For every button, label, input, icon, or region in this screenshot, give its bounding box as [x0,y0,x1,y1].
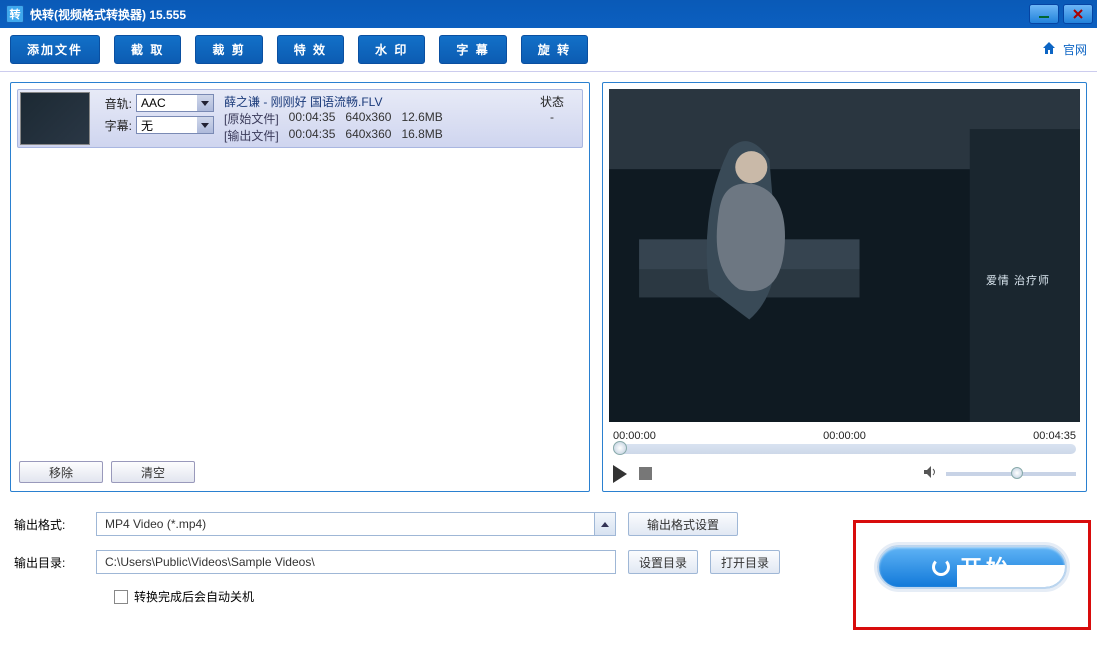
format-label: 输出格式: [14,516,84,533]
dir-label: 输出目录: [14,554,84,571]
volume-icon[interactable] [922,464,938,483]
start-highlight-box: 开始 [853,520,1091,630]
output-dir-field[interactable]: C:\Users\Public\Videos\Sample Videos\ [96,550,616,574]
open-dir-button[interactable]: 打开目录 [710,550,780,574]
time-indicators: 00:00:00 00:00:00 00:04:35 [603,428,1086,442]
title-bar: 转 快转(视频格式转换器) 15.555 [0,0,1097,28]
video-overlay-text: 爱情 治疗师 [986,272,1050,288]
capture-button[interactable]: 截 取 [114,35,181,64]
seek-slider[interactable] [613,444,1076,454]
official-site-link[interactable]: 官网 [1041,40,1087,59]
audio-track-select[interactable]: AAC [136,94,214,112]
set-dir-button[interactable]: 设置目录 [628,550,698,574]
subtitle-track-label: 字幕: [96,117,132,134]
minimize-button[interactable] [1029,4,1059,24]
shutdown-label: 转换完成后会自动关机 [134,588,254,605]
time-current: 00:00:00 [823,430,866,442]
format-settings-button[interactable]: 输出格式设置 [628,512,738,536]
chevron-down-icon [197,117,213,133]
preview-panel: 爱情 治疗师 00:00:00 00:00:00 00:04:35 [602,82,1087,492]
subtitle-track-select[interactable]: 无 [136,116,214,134]
file-name: 薛之谦 - 刚刚好 国语流畅.FLV [224,93,516,110]
shutdown-checkbox[interactable] [114,590,128,604]
chevron-down-icon [197,95,213,111]
file-list-panel: 音轨: AAC 字幕: 无 薛之谦 - 刚刚好 国语流畅.FLV [原始文件]0… [10,82,590,492]
seek-knob[interactable] [613,441,627,455]
app-icon: 转 [6,5,24,23]
crop-button[interactable]: 裁 剪 [195,35,262,64]
effects-button[interactable]: 特 效 [277,35,344,64]
refresh-icon [932,558,950,576]
output-format-field[interactable]: MP4 Video (*.mp4) [96,512,594,536]
close-button[interactable] [1063,4,1093,24]
official-site-label: 官网 [1063,41,1087,58]
home-icon [1041,40,1057,59]
volume-knob[interactable] [1011,467,1023,479]
clear-button[interactable]: 清空 [111,461,195,483]
file-row[interactable]: 音轨: AAC 字幕: 无 薛之谦 - 刚刚好 国语流畅.FLV [原始文件]0… [17,89,583,148]
volume-slider[interactable] [946,472,1076,476]
stop-button[interactable] [639,467,652,480]
video-preview: 爱情 治疗师 [609,89,1080,422]
rotate-button[interactable]: 旋 转 [521,35,588,64]
window-title: 快转(视频格式转换器) 15.555 [30,6,186,23]
time-end: 00:04:35 [1033,430,1076,442]
file-meta: 薛之谦 - 刚刚好 国语流畅.FLV [原始文件]00:04:35640x360… [218,90,522,147]
file-thumbnail [20,92,90,145]
output-format-dropdown[interactable] [594,512,616,536]
remove-button[interactable]: 移除 [19,461,103,483]
play-button[interactable] [613,465,627,483]
start-button[interactable]: 开始 [877,545,1067,589]
main-toolbar: 添加文件 截 取 裁 剪 特 效 水 印 字 幕 旋 转 官网 [0,28,1097,72]
file-status: 状态 - [522,90,582,147]
audio-track-label: 音轨: [96,95,132,112]
add-file-button[interactable]: 添加文件 [10,35,100,64]
subtitle-button[interactable]: 字 幕 [439,35,506,64]
watermark-button[interactable]: 水 印 [358,35,425,64]
